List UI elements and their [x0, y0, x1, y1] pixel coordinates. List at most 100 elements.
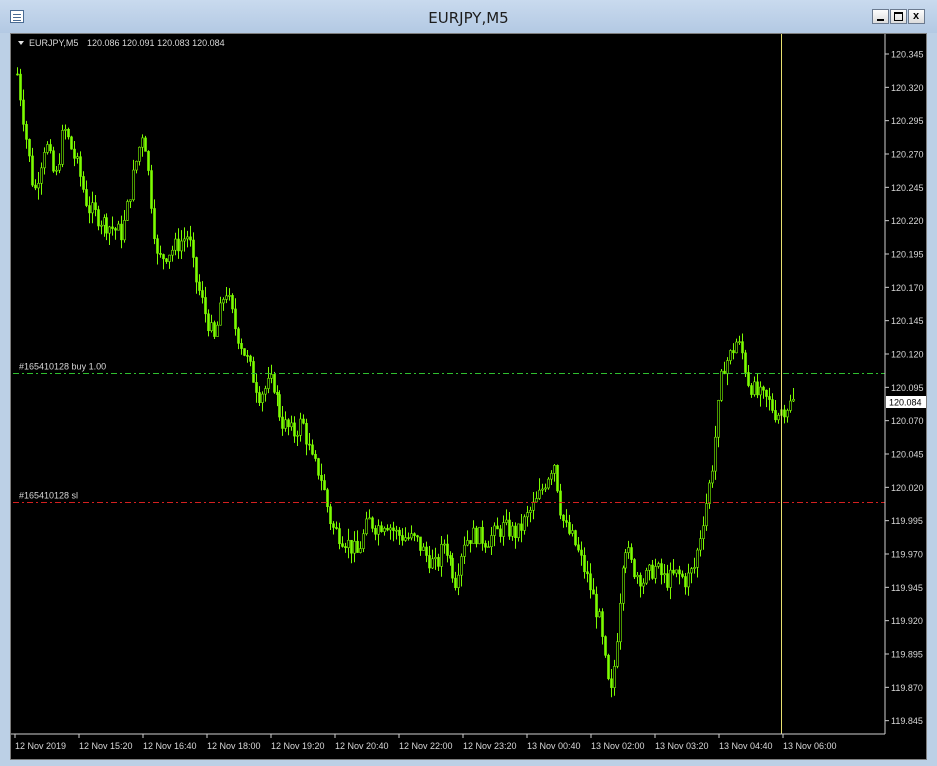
candle-body — [216, 324, 219, 337]
candle-body — [544, 487, 547, 490]
candle-body — [392, 527, 395, 531]
price-axis: 120.345 120.320 120.295 120.270 120.245 120.2… — [884, 34, 924, 734]
candle-body — [720, 370, 723, 401]
x-tick-label: 13 Nov 06:00 — [783, 741, 837, 751]
candle-body — [120, 223, 123, 241]
candle-body — [580, 549, 583, 556]
candle-body — [484, 543, 487, 548]
candle-body — [630, 547, 633, 560]
candle-body — [434, 557, 437, 560]
candle-body — [159, 253, 162, 255]
y-tick-label: 119.870 — [891, 683, 923, 693]
candle-body — [308, 443, 311, 446]
candle-body — [156, 238, 159, 254]
symbol-label: EURJPY,M5 — [29, 38, 78, 48]
candle-body — [123, 220, 126, 241]
candle-body — [577, 544, 580, 551]
candle-body — [648, 564, 651, 571]
candle-body — [604, 636, 607, 656]
candle-body — [783, 409, 786, 418]
candle-body — [741, 341, 744, 354]
candle-body — [451, 557, 454, 579]
candle-body — [690, 568, 693, 574]
candle-body — [759, 386, 762, 396]
candle-body — [478, 526, 481, 545]
candle-body — [705, 503, 708, 527]
candle-body — [114, 228, 117, 231]
candle-body — [523, 516, 526, 531]
candle-body — [222, 299, 225, 304]
candle-body — [532, 501, 535, 511]
candles-layer — [16, 67, 795, 698]
candle-body — [765, 389, 768, 397]
candle-body — [619, 603, 622, 643]
candle-body — [565, 520, 568, 523]
candle-body — [88, 205, 91, 214]
candle-body — [55, 169, 58, 172]
candle-body — [568, 522, 571, 534]
symbol-header: EURJPY,M5 120.086 120.091 120.083 120.08… — [18, 38, 225, 48]
candle-body — [771, 399, 774, 411]
candle-body — [449, 555, 452, 559]
candle-body — [792, 399, 795, 402]
candle-body — [729, 350, 732, 361]
x-tick-label: 13 Nov 02:00 — [591, 741, 645, 751]
candle-body — [168, 254, 171, 262]
candle-body — [100, 224, 103, 227]
candle-body — [85, 189, 88, 206]
candle-body — [460, 556, 463, 576]
candle-body — [186, 236, 189, 240]
candle-body — [735, 341, 738, 354]
candle-body — [317, 458, 320, 476]
y-tick-label: 120.020 — [891, 483, 924, 493]
candle-body — [28, 139, 31, 157]
candle-body — [231, 295, 234, 310]
x-tick-label: 13 Nov 00:40 — [527, 741, 581, 751]
candle-body — [237, 328, 240, 344]
candle-body — [195, 257, 198, 283]
y-tick-label: 119.920 — [891, 616, 923, 626]
candle-body — [49, 144, 52, 152]
close-button[interactable]: x — [908, 9, 925, 24]
candle-body — [717, 400, 720, 438]
candle-body — [31, 155, 34, 186]
y-tick-label: 120.120 — [891, 350, 924, 360]
chart-window[interactable]: #165410128 buy 1.00 #165410128 sl 120.345… — [10, 33, 927, 760]
candle-body — [192, 239, 195, 258]
candlestick-chart[interactable]: #165410128 buy 1.00 #165410128 sl 120.345… — [11, 34, 926, 759]
candle-body — [356, 540, 359, 553]
candle-body — [490, 535, 493, 547]
candle-body — [225, 295, 228, 300]
candle-body — [25, 124, 28, 140]
y-tick-label: 119.945 — [891, 583, 923, 593]
candle-body — [475, 527, 478, 545]
candle-body — [19, 73, 22, 101]
candle-body — [505, 519, 508, 523]
candle-body — [141, 137, 144, 148]
candle-body — [622, 567, 625, 604]
candle-body — [290, 422, 293, 428]
dropdown-triangle-icon[interactable] — [18, 41, 24, 45]
minimize-button[interactable] — [872, 9, 889, 24]
candle-body — [681, 573, 684, 577]
candle-body — [708, 482, 711, 504]
candle-body — [633, 559, 636, 578]
y-tick-label: 119.995 — [891, 516, 923, 526]
candle-body — [94, 202, 97, 210]
window-title: EURJPY,M5 — [428, 9, 509, 27]
candle-body — [377, 525, 380, 535]
maximize-button[interactable] — [890, 9, 907, 24]
candle-body — [693, 567, 696, 569]
candle-body — [264, 388, 267, 395]
candle-body — [744, 352, 747, 373]
candle-body — [174, 238, 177, 251]
candle-body — [789, 400, 792, 411]
candle-body — [189, 236, 192, 241]
candle-body — [320, 474, 323, 481]
candle-body — [37, 183, 40, 189]
candle-body — [669, 569, 672, 588]
candle-body — [517, 523, 520, 539]
candle-body — [777, 414, 780, 421]
candle-body — [389, 527, 392, 531]
candle-body — [616, 641, 619, 667]
